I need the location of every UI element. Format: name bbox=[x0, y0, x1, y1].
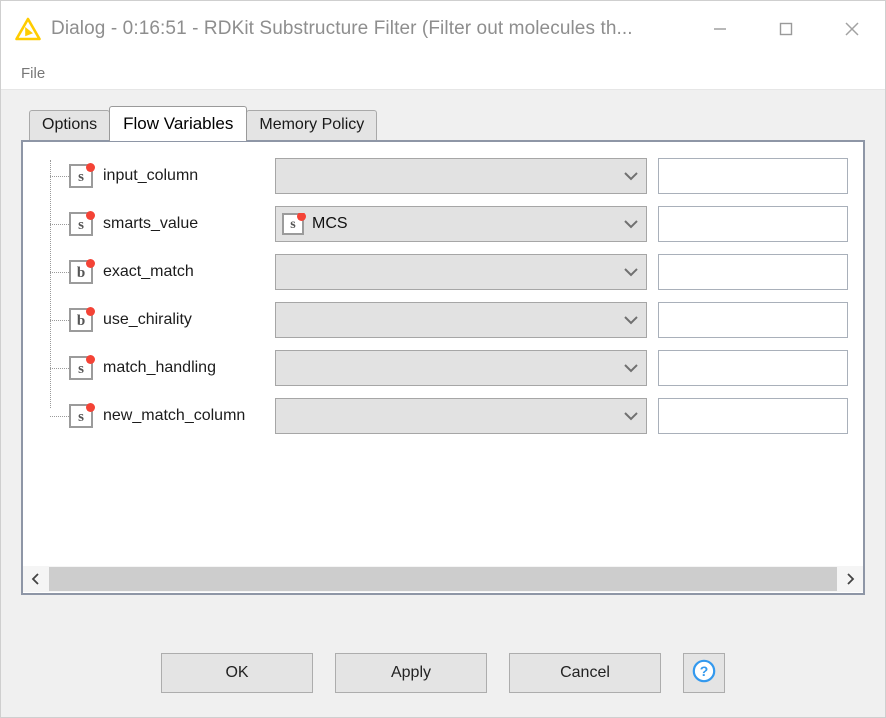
flow-variable-combo[interactable] bbox=[275, 350, 647, 386]
chevron-down-icon bbox=[620, 302, 642, 338]
title-bar: Dialog - 0:16:51 - RDKit Substructure Fi… bbox=[1, 1, 885, 57]
tab-strip: Options Flow Variables Memory Policy bbox=[29, 106, 865, 141]
flow-variable-name: new_match_column bbox=[103, 407, 246, 424]
menu-bar: File bbox=[1, 57, 885, 90]
close-icon[interactable] bbox=[819, 1, 885, 57]
chevron-down-icon bbox=[620, 206, 642, 242]
flow-variable-combo[interactable] bbox=[275, 398, 647, 434]
flow-variable-rows: s input_column s smarts_value s MCS b ex… bbox=[23, 152, 863, 440]
flag-dot-icon bbox=[86, 211, 95, 220]
string-variable-icon: s bbox=[69, 211, 95, 236]
dialog-window: Dialog - 0:16:51 - RDKit Substructure Fi… bbox=[0, 0, 886, 718]
horizontal-scrollbar[interactable] bbox=[23, 564, 863, 593]
table-row: s new_match_column bbox=[43, 392, 863, 440]
help-button[interactable]: ? bbox=[683, 653, 725, 693]
variable-type-letter: s bbox=[78, 168, 84, 185]
chevron-left-icon[interactable] bbox=[23, 566, 49, 592]
window-controls bbox=[687, 1, 885, 57]
ok-button[interactable]: OK bbox=[161, 653, 313, 693]
flow-variable-output-field[interactable] bbox=[658, 350, 848, 386]
combo-value-wrapper: s MCS bbox=[282, 213, 620, 235]
table-row: b exact_match bbox=[43, 248, 863, 296]
flag-dot-icon bbox=[86, 307, 95, 316]
table-row: s input_column bbox=[43, 152, 863, 200]
tree-branch bbox=[50, 272, 69, 273]
flow-variable-name: input_column bbox=[103, 167, 199, 184]
flow-variable-output-field[interactable] bbox=[658, 254, 848, 290]
tab-memory-policy[interactable]: Memory Policy bbox=[246, 110, 378, 140]
flag-dot-icon bbox=[86, 403, 95, 412]
chevron-down-icon bbox=[620, 398, 642, 434]
dialog-content: Options Flow Variables Memory Policy s i… bbox=[1, 90, 885, 635]
flow-variable-name: use_chirality bbox=[103, 311, 192, 328]
flag-dot-icon bbox=[86, 163, 95, 172]
table-row: s smarts_value s MCS bbox=[43, 200, 863, 248]
menu-item-file[interactable]: File bbox=[15, 63, 51, 84]
flow-variable-combo[interactable]: s MCS bbox=[275, 206, 647, 242]
variable-type-letter: s bbox=[78, 408, 84, 425]
chevron-down-icon bbox=[620, 254, 642, 290]
variable-type-letter: s bbox=[78, 216, 84, 233]
knime-logo-icon bbox=[15, 17, 41, 41]
tree-branch bbox=[50, 224, 69, 225]
variable-type-letter: b bbox=[76, 312, 86, 329]
maximize-icon[interactable] bbox=[753, 1, 819, 57]
minimize-icon[interactable] bbox=[687, 1, 753, 57]
combo-value: MCS bbox=[312, 215, 348, 232]
tree-branch bbox=[50, 416, 69, 417]
tree-branch bbox=[50, 176, 69, 177]
chevron-right-icon[interactable] bbox=[837, 566, 863, 592]
table-row: b use_chirality bbox=[43, 296, 863, 344]
flow-variable-combo[interactable] bbox=[275, 158, 647, 194]
variable-type-letter: s bbox=[290, 217, 296, 232]
dialog-footer: OK Apply Cancel ? bbox=[1, 635, 885, 717]
flow-variable-combo[interactable] bbox=[275, 302, 647, 338]
flow-variable-name: exact_match bbox=[103, 263, 194, 280]
string-variable-icon: s bbox=[69, 403, 95, 428]
chevron-down-icon bbox=[620, 350, 642, 386]
window-title: Dialog - 0:16:51 - RDKit Substructure Fi… bbox=[51, 18, 633, 39]
flag-dot-icon bbox=[86, 259, 95, 268]
tab-flow-variables[interactable]: Flow Variables bbox=[109, 106, 248, 141]
flag-dot-icon bbox=[86, 355, 95, 364]
variable-type-letter: s bbox=[78, 360, 84, 377]
flow-variable-output-field[interactable] bbox=[658, 158, 848, 194]
tree-branch bbox=[50, 368, 69, 369]
apply-button[interactable]: Apply bbox=[335, 653, 487, 693]
flow-variable-name: match_handling bbox=[103, 359, 216, 376]
scrollbar-thumb[interactable] bbox=[49, 567, 837, 591]
flow-variable-output-field[interactable] bbox=[658, 398, 848, 434]
scrollbar-track[interactable] bbox=[49, 566, 837, 592]
tab-options[interactable]: Options bbox=[29, 110, 111, 140]
flow-variable-combo[interactable] bbox=[275, 254, 647, 290]
cancel-button[interactable]: Cancel bbox=[509, 653, 661, 693]
tree-branch bbox=[50, 320, 69, 321]
flow-variable-output-field[interactable] bbox=[658, 206, 848, 242]
boolean-variable-icon: b bbox=[69, 307, 95, 332]
flow-variable-name: smarts_value bbox=[103, 215, 199, 232]
help-icon: ? bbox=[691, 658, 717, 689]
flow-variable-output-field[interactable] bbox=[658, 302, 848, 338]
variable-type-letter: b bbox=[76, 264, 86, 281]
table-row: s match_handling bbox=[43, 344, 863, 392]
svg-text:?: ? bbox=[700, 663, 709, 679]
string-variable-icon: s bbox=[69, 355, 95, 380]
string-variable-icon: s bbox=[282, 213, 306, 235]
flow-variables-panel: s input_column s smarts_value s MCS b ex… bbox=[21, 140, 865, 595]
boolean-variable-icon: b bbox=[69, 259, 95, 284]
flag-dot-icon bbox=[297, 213, 306, 221]
flow-variables-list: s input_column s smarts_value s MCS b ex… bbox=[23, 142, 863, 564]
string-variable-icon: s bbox=[69, 163, 95, 188]
chevron-down-icon bbox=[620, 158, 642, 194]
